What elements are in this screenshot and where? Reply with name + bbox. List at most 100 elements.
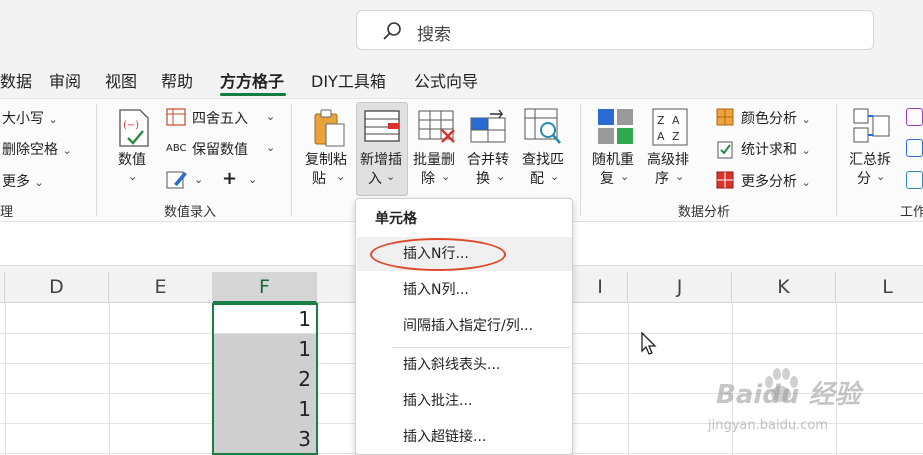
more-label: 更多 <box>2 174 30 190</box>
column-header-i[interactable]: I <box>573 272 628 303</box>
case-button[interactable]: 大小写 ⌄ <box>2 108 58 128</box>
more-button[interactable]: 更多 ⌄ <box>2 171 44 191</box>
remove-spaces-label: 删除空格 <box>2 142 58 158</box>
grid-line <box>5 303 6 455</box>
chevron-down-icon: ⌄ <box>801 113 811 126</box>
edit-cells-icon <box>166 171 187 189</box>
color-analysis-icon <box>716 108 734 126</box>
color-analysis-label: 颜色分析 <box>741 111 797 127</box>
svg-text:Z: Z <box>672 130 680 143</box>
tab-data[interactable]: 数据 <box>0 68 32 92</box>
svg-text:(−): (−) <box>123 120 139 131</box>
find-match-label-2[interactable]: 配 <box>530 168 544 188</box>
sort-label-2[interactable]: 序 <box>655 168 669 188</box>
tab-formula-wizard[interactable]: 公式向导 <box>414 68 478 92</box>
chevron-down-icon: ⌄ <box>386 170 396 183</box>
merge-convert-label-2[interactable]: 换 <box>476 168 490 188</box>
advanced-sort-icon: Z A A Z <box>652 108 688 146</box>
case-label: 大小写 <box>2 111 44 127</box>
tab-review[interactable]: 审阅 <box>49 68 81 92</box>
highlight-ellipse <box>370 238 506 271</box>
search-box[interactable]: 搜索 <box>356 10 874 50</box>
menu-item-insert-n-columns[interactable]: 插入N列... <box>357 273 572 307</box>
chevron-down-icon: ⌄ <box>266 110 276 123</box>
column-header-l[interactable]: L <box>836 272 923 303</box>
sum-statistics-label: 统计求和 <box>741 142 797 158</box>
sum-statistics-button[interactable]: 统计求和 ⌄ <box>741 139 811 159</box>
chevron-down-icon: ⌄ <box>128 170 138 183</box>
copy-paste-label-1[interactable]: 复制粘 <box>305 149 347 169</box>
selection-border <box>212 303 318 455</box>
watermark-text: Baidu 经验 <box>716 380 861 410</box>
batch-delete-label-1[interactable]: 批量删 <box>413 149 455 169</box>
clipboard-icon <box>314 109 345 147</box>
random-label-1[interactable]: 随机重 <box>592 149 634 169</box>
svg-text:A: A <box>672 114 680 127</box>
workbook-icon <box>906 108 923 126</box>
insert-label-1: 新增插 <box>360 152 402 168</box>
chevron-down-icon: ⌄ <box>194 173 204 186</box>
summary-split-label-1[interactable]: 汇总拆 <box>849 149 891 169</box>
svg-text:A: A <box>657 130 665 143</box>
remove-spaces-button[interactable]: 删除空格 ⌄ <box>2 139 72 159</box>
group-label-work: 工作 <box>900 205 923 220</box>
tab-help[interactable]: 帮助 <box>161 68 193 92</box>
column-header-g[interactable] <box>317 272 357 303</box>
insert-dropdown-menu: 单元格 插入N行... 插入N列... 间隔插入指定行/列... 插入斜线表头.… <box>355 198 573 455</box>
numeric-button-label[interactable]: 数值 <box>118 149 146 169</box>
group-divider <box>580 104 581 216</box>
batch-delete-icon <box>418 110 455 143</box>
add-button[interactable]: + <box>222 168 237 189</box>
sum-statistics-icon <box>717 141 733 159</box>
mouse-cursor-icon <box>641 331 657 355</box>
copy-paste-label-2[interactable]: 贴 <box>312 168 326 188</box>
insert-rows-icon <box>364 110 400 142</box>
tab-view[interactable]: 视图 <box>105 68 137 92</box>
chevron-down-icon: ⌄ <box>801 144 811 157</box>
svg-text:Z: Z <box>657 114 665 127</box>
menu-item-insert-comment[interactable]: 插入批注... <box>357 384 572 418</box>
chevron-down-icon: ⌄ <box>441 170 451 183</box>
color-analysis-button[interactable]: 颜色分析 ⌄ <box>741 108 811 128</box>
chevron-down-icon: ⌄ <box>620 170 630 183</box>
column-header-d[interactable]: D <box>5 272 109 303</box>
batch-delete-label-2[interactable]: 除 <box>421 168 435 188</box>
find-match-icon <box>524 108 561 144</box>
column-header-e[interactable]: E <box>109 272 213 303</box>
summary-split-icon <box>853 108 890 143</box>
group-divider <box>291 104 292 216</box>
merge-convert-label-1[interactable]: 合并转 <box>467 149 509 169</box>
random-repeat-icon <box>598 109 633 144</box>
sort-label-1[interactable]: 高级排 <box>647 149 689 169</box>
chevron-down-icon: ⌄ <box>876 170 886 183</box>
group-label-data-analysis: 数据分析 <box>678 205 731 220</box>
insert-label-2: 入 <box>368 171 382 187</box>
chevron-down-icon: ⌄ <box>801 176 811 189</box>
find-match-label-1[interactable]: 查找匹 <box>522 149 564 169</box>
search-icon <box>383 22 401 40</box>
chevron-down-icon: ⌄ <box>34 176 44 189</box>
column-header-k[interactable]: K <box>732 272 836 303</box>
more-analysis-label: 更多分析 <box>741 174 797 190</box>
merge-convert-icon <box>470 109 506 143</box>
numeric-icon: (−) <box>119 109 149 147</box>
chevron-down-icon: ⌄ <box>266 141 276 154</box>
keep-value-button[interactable]: 保留数值 <box>192 139 248 159</box>
column-header-f[interactable]: F <box>213 272 317 303</box>
random-label-2[interactable]: 复 <box>600 168 614 188</box>
round-icon <box>166 108 186 126</box>
grid-line <box>109 303 110 455</box>
more-analysis-button[interactable]: 更多分析 ⌄ <box>741 171 811 191</box>
more-analysis-icon <box>716 171 734 189</box>
chevron-down-icon: ⌄ <box>336 170 346 183</box>
summary-split-label-2[interactable]: 分 <box>857 168 871 188</box>
group-divider <box>96 104 97 216</box>
round-button[interactable]: 四舍五入 <box>192 108 248 128</box>
menu-item-diagonal-header[interactable]: 插入斜线表头... <box>357 348 572 382</box>
tab-fangfang[interactable]: 方方格子 <box>220 68 284 92</box>
column-header-j[interactable]: J <box>628 272 732 303</box>
chevron-down-icon: ⌄ <box>62 144 72 157</box>
tab-diy-toolbox[interactable]: DIY工具箱 <box>311 68 386 92</box>
menu-item-insert-hyperlink[interactable]: 插入超链接... <box>357 420 572 454</box>
menu-item-interval-insert[interactable]: 间隔插入指定行/列... <box>357 309 572 343</box>
